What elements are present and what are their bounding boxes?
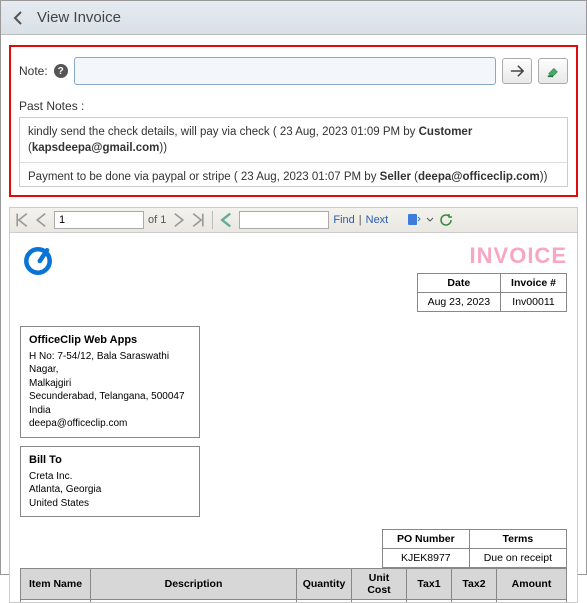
titlebar: View Invoice [1, 1, 586, 35]
notes-panel: Note: ? Past Notes : kindly send the che… [9, 45, 578, 197]
find-link[interactable]: Find [333, 214, 354, 226]
send-icon [510, 64, 524, 78]
first-page-icon[interactable] [14, 212, 30, 228]
company-logo [20, 243, 56, 282]
eraser-icon [546, 64, 560, 78]
invoice-document: INVOICE DateInvoice # Aug 23, 2023Inv000… [9, 233, 578, 603]
note-label: Note: [19, 64, 48, 78]
prev-page-icon[interactable] [34, 212, 50, 228]
page-title: View Invoice [37, 9, 121, 26]
clear-note-button[interactable] [538, 58, 568, 84]
billto-address: Bill To Creta Inc. Atlanta, Georgia Unit… [20, 446, 200, 517]
past-note-item: Payment to be done via paypal or stripe … [20, 163, 567, 187]
invoice-meta-table: DateInvoice # Aug 23, 2023Inv00011 [417, 273, 567, 312]
page-number-input[interactable] [54, 211, 144, 229]
seller-address: OfficeClip Web Apps H No: 7-54/12, Bala … [20, 326, 200, 438]
toolbar-back-icon[interactable] [219, 212, 235, 228]
find-input[interactable] [239, 211, 329, 229]
past-notes-label: Past Notes : [19, 99, 568, 113]
last-page-icon[interactable] [190, 212, 206, 228]
export-icon[interactable] [406, 212, 422, 228]
export-dropdown-icon[interactable] [426, 212, 434, 228]
send-note-button[interactable] [502, 58, 532, 84]
next-link[interactable]: Next [366, 214, 389, 226]
next-page-icon[interactable] [170, 212, 186, 228]
report-viewer: of 1 Find | Next INVOICE DateInvoice # A… [9, 207, 578, 603]
help-icon[interactable]: ? [54, 64, 68, 78]
invoice-title: INVOICE [417, 243, 567, 269]
past-note-item: kindly send the check details, will pay … [20, 118, 567, 163]
past-notes-list[interactable]: kindly send the check details, will pay … [19, 117, 568, 187]
line-items-table: Item Name Description Quantity Unit Cost… [20, 568, 567, 603]
viewer-toolbar: of 1 Find | Next [9, 207, 578, 233]
refresh-icon[interactable] [438, 212, 454, 228]
back-icon[interactable] [11, 10, 27, 26]
po-terms-table: PO NumberTerms KJEK8977Due on receipt [382, 529, 567, 568]
page-of-label: of 1 [148, 214, 166, 226]
note-input[interactable] [74, 57, 496, 85]
